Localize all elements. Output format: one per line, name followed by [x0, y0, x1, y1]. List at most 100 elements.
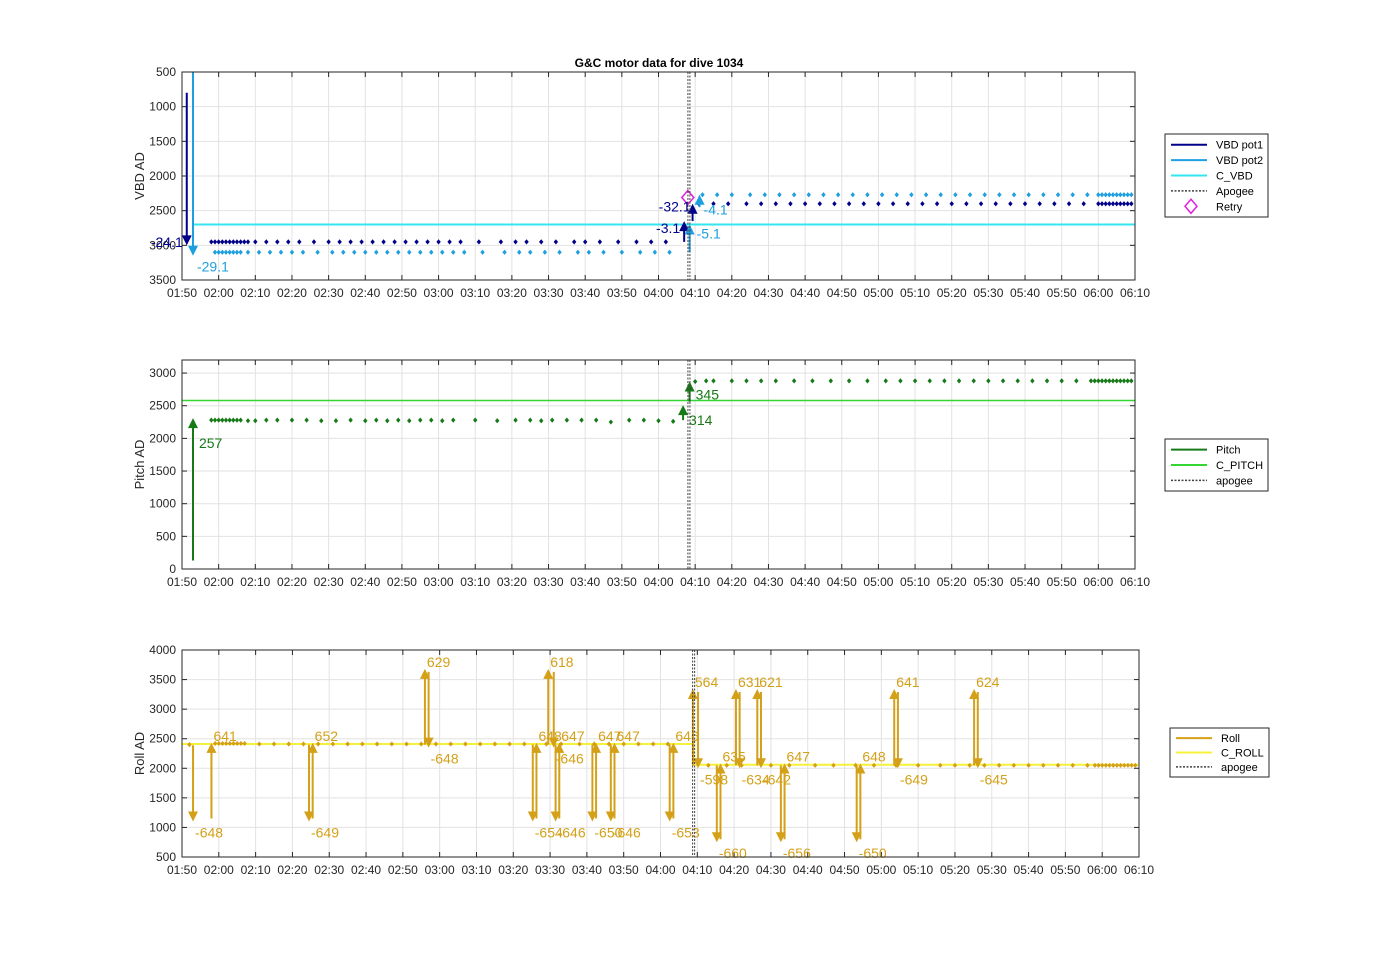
- x-tick-label: 03:10: [460, 286, 490, 300]
- x-tick-label: 06:10: [1120, 286, 1150, 300]
- arrow-label: 647: [561, 728, 585, 744]
- x-tick-label: 04:00: [643, 575, 673, 589]
- arrow-label: -32.1: [659, 199, 691, 215]
- x-tick-label: 02:30: [314, 286, 344, 300]
- legend-label-c-vbd: C_VBD: [1216, 171, 1253, 183]
- x-tick-label: 04:40: [790, 286, 820, 300]
- x-tick-label: 03:00: [424, 575, 454, 589]
- x-tick-label: 02:10: [241, 863, 271, 877]
- x-tick-label: 02:30: [314, 575, 344, 589]
- x-tick-label: 02:50: [387, 286, 417, 300]
- x-tick-label: 04:20: [717, 575, 747, 589]
- x-tick-label: 03:40: [572, 863, 602, 877]
- x-tick-label: 02:10: [240, 575, 270, 589]
- x-tick-label: 05:30: [977, 863, 1007, 877]
- y-tick-label: 500: [156, 850, 176, 864]
- arrow-label: -3.1: [656, 220, 680, 236]
- x-tick-label: 02:40: [351, 863, 381, 877]
- y-tick-label: 1500: [149, 134, 176, 148]
- x-tick-label: 01:50: [167, 575, 197, 589]
- legend: VBD pot1 VBD pot2 C_VBD Apogee Retry: [1164, 133, 1269, 218]
- legend-label-roll: Roll: [1221, 733, 1240, 745]
- x-tick-label: 02:20: [277, 575, 307, 589]
- x-tick-label: 05:30: [973, 575, 1003, 589]
- arrow-label: 631: [738, 674, 762, 690]
- arrow-label: 646: [675, 728, 699, 744]
- x-tick-label: 02:00: [204, 575, 234, 589]
- y-tick-label: 500: [156, 529, 176, 543]
- x-tick-label: 05:00: [863, 575, 893, 589]
- x-tick-label: 03:50: [607, 575, 637, 589]
- legend-label-apogee: Apogee: [1216, 186, 1254, 198]
- arrow-label: 648: [538, 728, 562, 744]
- legend: Pitch C_PITCHapogee: [1164, 438, 1269, 492]
- x-tick-label: 05:40: [1010, 286, 1040, 300]
- x-tick-label: 06:00: [1083, 286, 1113, 300]
- arrow-label: -29.1: [197, 259, 229, 275]
- arrow-label: -645: [980, 771, 1008, 787]
- arrow-label: -649: [311, 825, 339, 841]
- x-tick-label: 03:00: [425, 863, 455, 877]
- x-tick-label: 04:50: [827, 575, 857, 589]
- y-tick-label: 500: [156, 65, 176, 79]
- x-tick-label: 03:40: [570, 286, 600, 300]
- y-tick-label: 1000: [149, 820, 176, 834]
- x-tick-label: 03:40: [570, 575, 600, 589]
- x-tick-label: 01:50: [167, 286, 197, 300]
- x-tick-label: 04:00: [643, 286, 673, 300]
- arrow-label: -660: [719, 845, 747, 861]
- arrow-label: -648: [195, 825, 223, 841]
- x-tick-label: 05:20: [937, 575, 967, 589]
- y-tick-label: 3500: [149, 273, 176, 287]
- arrow-label: 624: [976, 674, 1000, 690]
- x-tick-label: 01:50: [167, 863, 197, 877]
- panel-1: 01:50 02:00 02:10 02:20 02:30 02:40 02:50 03:00…: [132, 65, 1269, 300]
- x-tick-label: 03:50: [609, 863, 639, 877]
- legend: Roll C_ROLLapogee: [1169, 727, 1270, 778]
- y-tick-label: 2000: [149, 761, 176, 775]
- x-tick-label: 02:00: [204, 286, 234, 300]
- x-tick-label: 04:50: [827, 286, 857, 300]
- x-tick-label: 05:20: [940, 863, 970, 877]
- y-axis-label: Roll AD: [132, 732, 147, 775]
- y-tick-label: 1000: [149, 100, 176, 114]
- legend-label-apogee: apogee: [1216, 475, 1253, 487]
- x-tick-label: 05:50: [1050, 863, 1080, 877]
- arrow-label: -5.1: [697, 226, 721, 242]
- arrow-label: 641: [896, 674, 920, 690]
- x-tick-label: 06:10: [1120, 575, 1150, 589]
- arrow-label: -650: [859, 845, 887, 861]
- x-tick-label: 02:40: [350, 575, 380, 589]
- arrow-label: -646: [613, 825, 641, 841]
- arrow-label: -4.1: [704, 202, 728, 218]
- x-tick-label: 04:30: [753, 286, 783, 300]
- x-tick-label: 03:30: [535, 863, 565, 877]
- legend-label-c-roll: C_ROLL: [1221, 748, 1264, 760]
- x-tick-label: 03:30: [534, 286, 564, 300]
- arrow-label: 635: [722, 749, 746, 765]
- arrow-label: 257: [199, 435, 223, 451]
- arrow-label: -656: [783, 845, 811, 861]
- x-tick-label: 04:50: [830, 863, 860, 877]
- x-tick-label: 03:20: [497, 575, 527, 589]
- x-tick-label: 03:10: [461, 863, 491, 877]
- arrow-label: -653: [672, 825, 700, 841]
- x-tick-label: 02:50: [387, 575, 417, 589]
- x-tick-label: 04:10: [680, 286, 710, 300]
- legend-label-c-pitch: C_PITCH: [1216, 460, 1263, 472]
- y-tick-label: 4000: [149, 643, 176, 657]
- x-tick-label: 05:00: [866, 863, 896, 877]
- x-tick-label: 02:50: [388, 863, 418, 877]
- arrow-label: 314: [689, 412, 713, 428]
- arrow-label: -598: [700, 771, 728, 787]
- x-tick-label: 03:00: [424, 286, 454, 300]
- x-tick-label: 04:20: [719, 863, 749, 877]
- x-tick-label: 04:00: [645, 863, 675, 877]
- legend-label-vbd-pot1: VBD pot1: [1216, 140, 1263, 152]
- arrow-label: 647: [787, 749, 811, 765]
- y-axis-label: VBD AD: [132, 152, 147, 200]
- x-tick-label: 05:10: [900, 575, 930, 589]
- arrow-label: 621: [759, 674, 783, 690]
- x-tick-label: 04:30: [756, 863, 786, 877]
- y-tick-label: 1500: [149, 464, 176, 478]
